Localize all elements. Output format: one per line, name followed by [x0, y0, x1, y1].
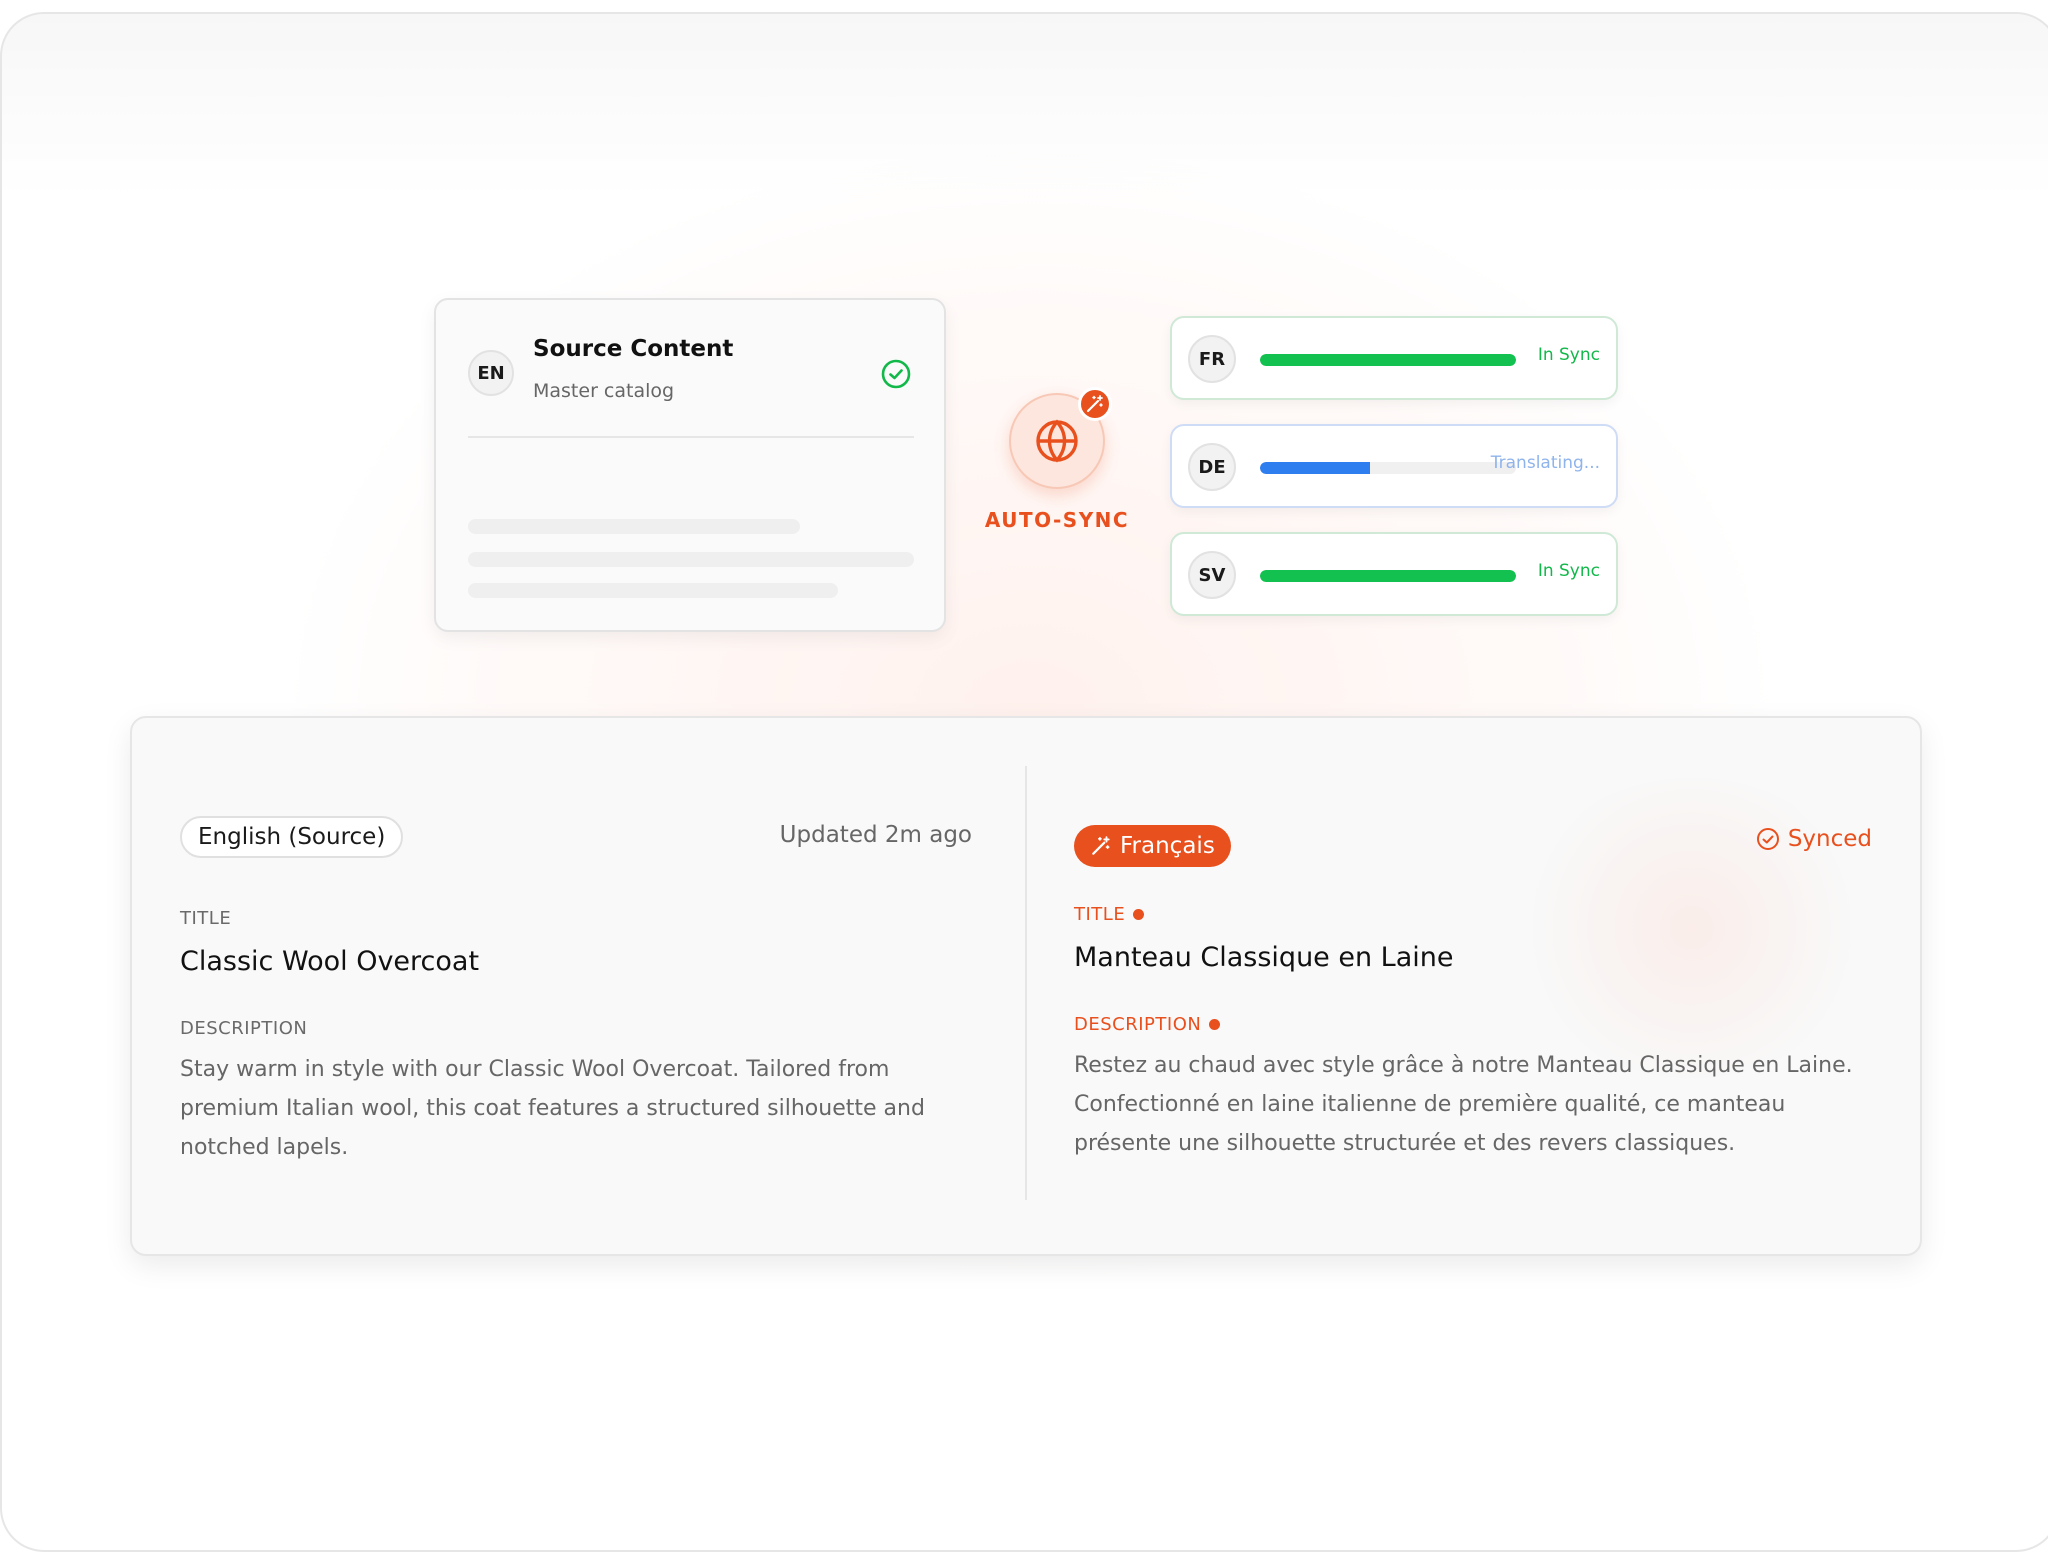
- sync-status: In Sync: [1537, 561, 1600, 581]
- description-label-text: DESCRIPTION: [1074, 1014, 1202, 1035]
- title-label-text: TITLE: [1074, 904, 1126, 925]
- skeleton-line: [468, 519, 800, 534]
- target-row-fr[interactable]: FR In Sync: [1170, 316, 1618, 400]
- card-divider: [468, 436, 914, 438]
- target-language-pill[interactable]: Français: [1074, 825, 1231, 867]
- source-description-value[interactable]: Stay warm in style with our Classic Wool…: [180, 1050, 970, 1167]
- sync-progress-track: [1260, 462, 1516, 474]
- magic-wand-icon: [1086, 395, 1103, 413]
- synced-label: Synced: [1787, 826, 1872, 852]
- magic-wand-badge: [1078, 387, 1112, 421]
- magic-wand-icon: [1092, 836, 1110, 855]
- source-language-pill[interactable]: English (Source): [180, 816, 404, 858]
- skeleton-line: [468, 583, 838, 598]
- check-circle-icon: [1756, 828, 1779, 850]
- changed-indicator-dot: [1209, 1019, 1221, 1030]
- synced-status: Synced: [1756, 826, 1872, 852]
- sync-progress-fill: [1260, 570, 1516, 582]
- sync-progress-fill: [1260, 462, 1371, 474]
- app-frame: EN Source Content Master catalog AUTO-SY…: [0, 12, 2048, 1552]
- title-label: TITLE: [180, 908, 232, 929]
- translated-title-label: TITLE: [1074, 904, 1145, 925]
- source-subtitle: Master catalog: [533, 380, 675, 402]
- skeleton-line: [468, 552, 914, 567]
- target-row-sv[interactable]: SV In Sync: [1170, 532, 1618, 616]
- check-circle-icon: [881, 359, 911, 389]
- source-title: Source Content: [533, 336, 734, 362]
- source-lang-badge: EN: [468, 350, 514, 396]
- translation-editor-panel: English (Source) Updated 2m ago TITLE Cl…: [130, 716, 1922, 1256]
- translated-description-value[interactable]: Restez au chaud avec style grâce à notre…: [1074, 1046, 1864, 1163]
- target-lang-badge: SV: [1188, 551, 1236, 599]
- auto-sync-label: AUTO-SYNC: [984, 508, 1130, 532]
- changed-indicator-dot: [1133, 909, 1145, 920]
- sync-status: Translating...: [1490, 453, 1600, 473]
- translated-description-label: DESCRIPTION: [1074, 1014, 1221, 1035]
- sync-progress-fill: [1260, 354, 1516, 366]
- target-lang-badge: FR: [1188, 335, 1236, 383]
- updated-timestamp: Updated 2m ago: [779, 822, 972, 848]
- target-language-label: Français: [1120, 833, 1215, 859]
- description-label: DESCRIPTION: [180, 1018, 308, 1039]
- source-content-card[interactable]: EN Source Content Master catalog: [434, 298, 946, 632]
- translated-title-value[interactable]: Manteau Classique en Laine: [1074, 942, 1454, 973]
- globe-icon: [1036, 419, 1078, 463]
- source-title-value[interactable]: Classic Wool Overcoat: [180, 946, 479, 977]
- sync-progress-track: [1260, 570, 1516, 582]
- panel-glow: [1512, 778, 1872, 1078]
- target-row-de[interactable]: DE Translating...: [1170, 424, 1618, 508]
- column-divider: [1025, 766, 1027, 1200]
- target-lang-badge: DE: [1188, 443, 1236, 491]
- sync-status: In Sync: [1537, 345, 1600, 365]
- sync-progress-track: [1260, 354, 1516, 366]
